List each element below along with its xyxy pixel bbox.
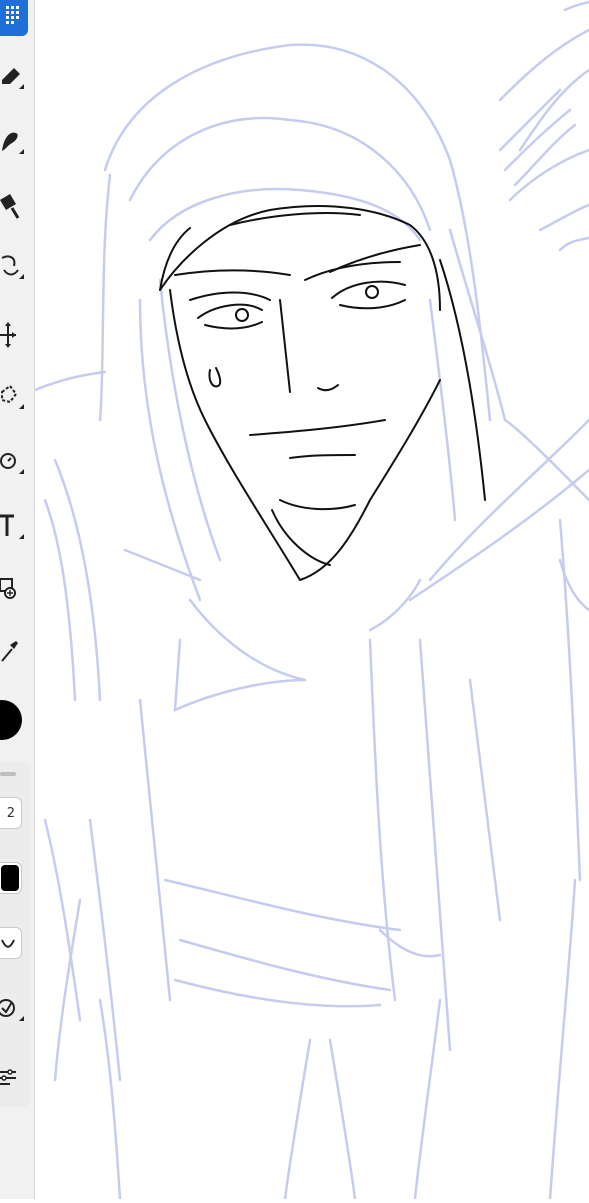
drawing-canvas[interactable] xyxy=(33,0,589,1201)
eraser-tool-button[interactable] xyxy=(0,55,30,95)
tool-sidebar: 2 xyxy=(0,0,35,1199)
text-tool-button[interactable] xyxy=(0,505,30,545)
move-tool-icon xyxy=(0,322,16,348)
submenu-indicator-icon xyxy=(19,274,24,279)
submenu-indicator-icon xyxy=(19,534,24,539)
rotate-tool-button[interactable] xyxy=(0,440,30,480)
add-image-tool-icon xyxy=(0,578,16,599)
submenu-indicator-icon xyxy=(19,1016,24,1021)
stabilizer-button[interactable] xyxy=(0,987,30,1027)
transform-tool-button[interactable] xyxy=(0,245,30,285)
eyedropper-tool-button[interactable] xyxy=(0,630,30,670)
artwork xyxy=(33,0,589,1201)
fill-tool-button[interactable] xyxy=(0,185,30,225)
add-image-tool-button[interactable] xyxy=(0,568,30,608)
fill-tool-icon xyxy=(0,194,20,219)
submenu-indicator-icon xyxy=(19,404,24,409)
brush-size-field[interactable]: 2 xyxy=(0,797,22,829)
lasso-tool-button[interactable] xyxy=(0,375,30,415)
submenu-indicator-icon xyxy=(19,469,24,474)
stroke-style-button[interactable] xyxy=(0,927,22,959)
curve-icon xyxy=(1,939,15,948)
submenu-indicator-icon xyxy=(19,149,24,154)
move-tool-button[interactable] xyxy=(0,315,30,355)
settings-button[interactable] xyxy=(0,1057,30,1097)
color-picker-swatch[interactable] xyxy=(0,700,22,740)
blend-tool-button[interactable] xyxy=(0,120,30,160)
selection-tool-button[interactable] xyxy=(0,0,28,36)
selection-tool-icon xyxy=(6,6,19,24)
brush-size-value: 2 xyxy=(6,805,15,821)
sliders-icon xyxy=(0,1069,16,1085)
sketch-layer xyxy=(33,0,589,1201)
brush-color-button[interactable] xyxy=(0,862,22,894)
brush-properties-panel: 2 xyxy=(0,762,30,1107)
panel-handle[interactable] xyxy=(0,772,16,776)
brush-color-swatch xyxy=(1,865,19,891)
submenu-indicator-icon xyxy=(19,84,24,89)
eyedropper-tool-icon xyxy=(1,641,18,662)
